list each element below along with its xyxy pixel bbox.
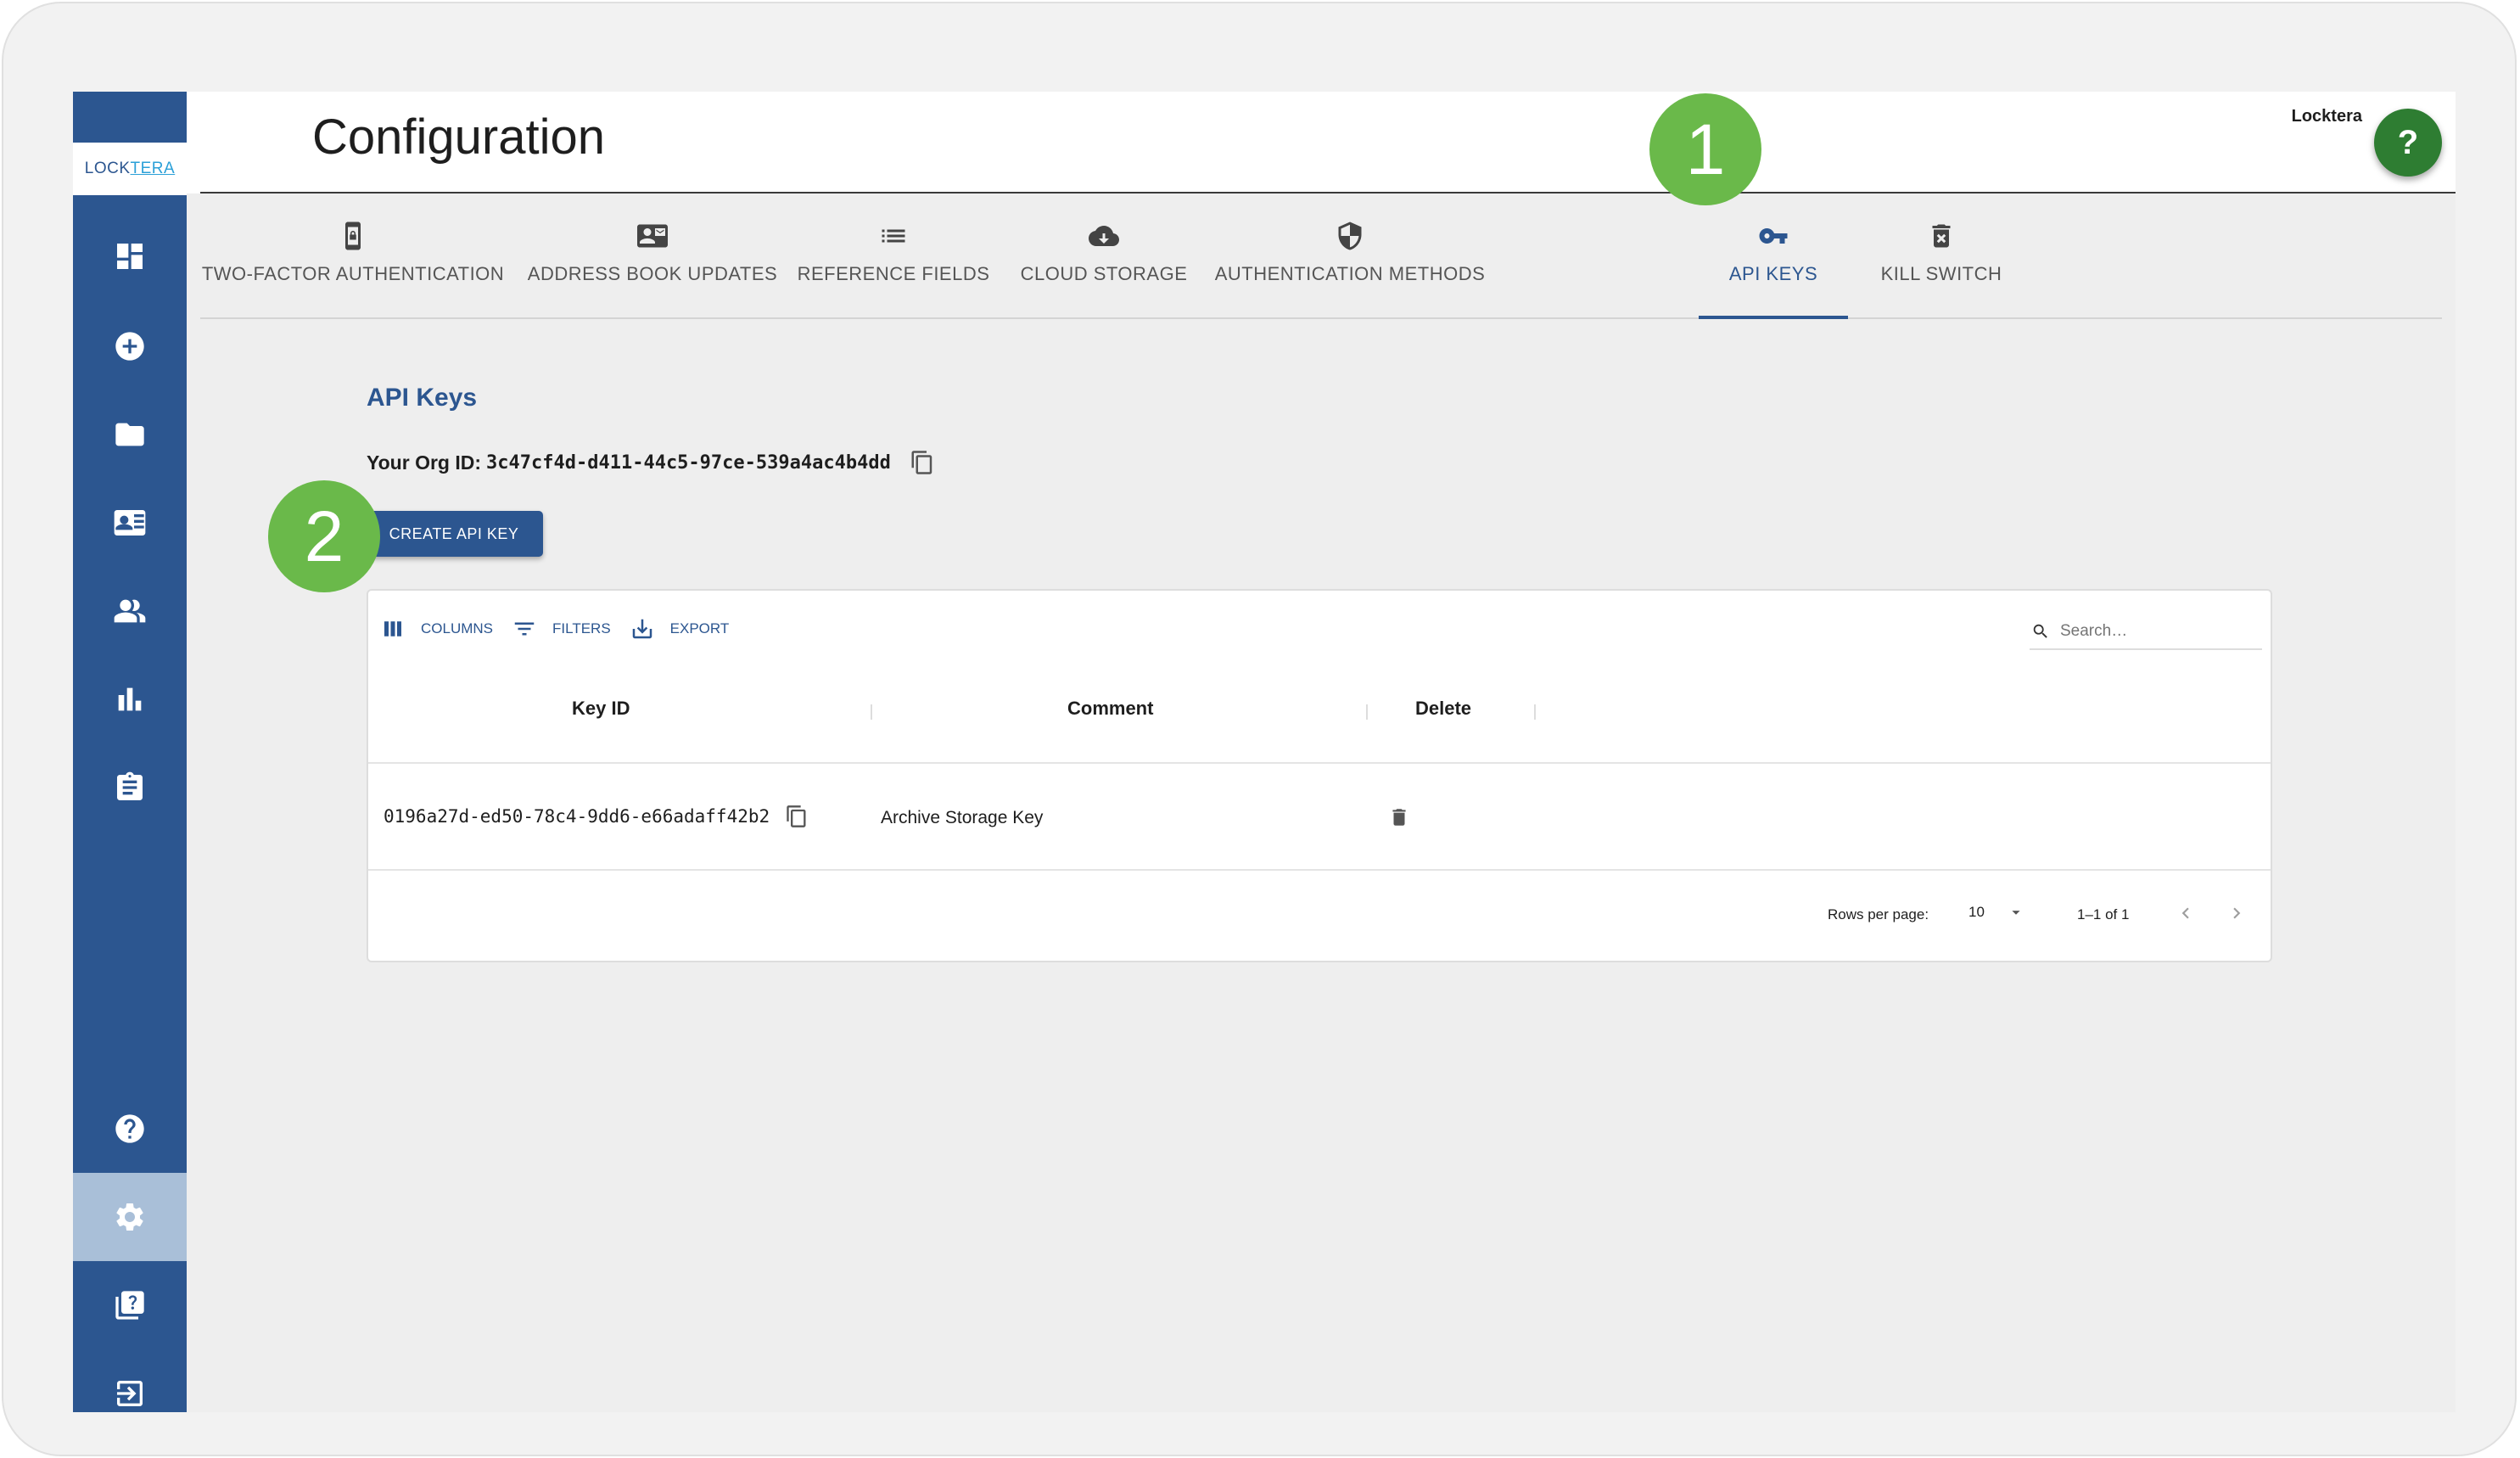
- tab-cloud-storage[interactable]: CLOUD STORAGE: [1015, 193, 1193, 317]
- people-icon: [114, 599, 146, 623]
- org-id-value: 3c47cf4d-d411-44c5-97ce-539a4ac4b4dd: [486, 451, 891, 474]
- org-name: Locktera: [2291, 107, 2362, 126]
- shield-icon: [1338, 222, 1362, 250]
- filters-button[interactable]: FILTERS: [512, 616, 611, 642]
- api-keys-table: COLUMNS FILTERS EXPORT Key ID Comment De: [367, 589, 2272, 962]
- logo[interactable]: LOCK TERA: [73, 143, 187, 195]
- table-cell-comment: Archive Storage Key: [881, 808, 1044, 827]
- tab-label: REFERENCE FIELDS: [797, 263, 990, 284]
- tab-authentication-methods[interactable]: AUTHENTICATION METHODS: [1210, 193, 1490, 317]
- help-circle-icon: [115, 1114, 144, 1143]
- config-tabs: TWO-FACTOR AUTHENTICATION ADDRESS BOOK U…: [200, 193, 2442, 319]
- delete-row-button[interactable]: [1388, 806, 1410, 833]
- sidebar-item-contacts[interactable]: [73, 479, 187, 567]
- tab-label: KILL SWITCH: [1880, 263, 2002, 284]
- callout-2: 2: [268, 480, 380, 592]
- column-header-comment[interactable]: Comment: [1067, 698, 1153, 720]
- columns-label: COLUMNS: [421, 620, 494, 636]
- sidebar-item-reports[interactable]: [73, 655, 187, 743]
- sidebar: LOCK TERA: [73, 92, 187, 1412]
- caret-down-icon: [2012, 911, 2020, 915]
- list-icon: [882, 229, 905, 243]
- copy-icon[interactable]: [785, 805, 809, 828]
- folder-icon: [115, 423, 144, 446]
- header-row-divider: [368, 762, 2271, 764]
- key-icon: [1759, 228, 1788, 244]
- tab-label: CLOUD STORAGE: [1020, 263, 1188, 284]
- tab-label: TWO-FACTOR AUTHENTICATION: [201, 263, 505, 284]
- table-cell-key-id: 0196a27d-ed50-78c4-9dd6-e66adaff42b2: [384, 805, 809, 828]
- export-button[interactable]: EXPORT: [630, 616, 730, 642]
- phone-lock-icon: [345, 222, 361, 250]
- logo-text-tera: TERA: [130, 160, 176, 177]
- export-label: EXPORT: [669, 620, 730, 636]
- clipboard-icon: [117, 771, 143, 800]
- search-box: [2030, 614, 2262, 650]
- chevron-left-icon: [2181, 907, 2189, 919]
- app-window: LOCK TERA Configuration Locktera ? TWO-F…: [73, 92, 2456, 1412]
- section-title: API Keys: [367, 384, 478, 412]
- tab-kill-switch[interactable]: KILL SWITCH: [1865, 193, 2018, 317]
- column-separator[interactable]: [1366, 704, 1368, 720]
- tab-reference-fields[interactable]: REFERENCE FIELDS: [796, 193, 991, 317]
- contact-card-icon: [114, 510, 146, 536]
- logo-text-lock: LOCK: [84, 160, 131, 177]
- sidebar-item-logout[interactable]: [73, 1349, 187, 1412]
- search-icon: [2033, 624, 2047, 638]
- tab-label: AUTHENTICATION METHODS: [1214, 263, 1486, 284]
- sidebar-item-users[interactable]: [73, 567, 187, 655]
- create-api-key-button[interactable]: CREATE API KEY: [365, 511, 543, 557]
- org-id-label: Your Org ID:: [367, 451, 482, 474]
- help-book-icon: [115, 1291, 144, 1320]
- logout-icon: [117, 1381, 143, 1406]
- previous-page-button[interactable]: [2170, 898, 2201, 928]
- trash-icon: [1392, 809, 1406, 826]
- filters-label: FILTERS: [552, 620, 611, 636]
- column-header-key-id[interactable]: Key ID: [572, 698, 630, 720]
- rows-per-page-value: 10: [1968, 904, 1985, 920]
- sidebar-item-dashboard[interactable]: [73, 212, 187, 300]
- column-separator[interactable]: [1534, 704, 1536, 720]
- sidebar-item-add[interactable]: [73, 302, 187, 390]
- pagination-range: 1–1 of 1: [2077, 906, 2130, 922]
- gear-icon: [116, 1203, 143, 1231]
- columns-button[interactable]: COLUMNS: [380, 616, 493, 642]
- org-id-row: Your Org ID: 3c47cf4d-d411-44c5-97ce-539…: [367, 450, 935, 475]
- copy-icon[interactable]: [910, 450, 935, 475]
- table-toolbar: COLUMNS FILTERS EXPORT: [380, 616, 748, 642]
- column-separator[interactable]: [871, 704, 872, 720]
- sidebar-item-docs[interactable]: [73, 1261, 187, 1349]
- column-header-delete[interactable]: Delete: [1415, 698, 1471, 720]
- key-id-value: 0196a27d-ed50-78c4-9dd6-e66adaff42b2: [384, 806, 770, 827]
- tab-label: API KEYS: [1728, 263, 1818, 284]
- contact-mail-icon: [637, 224, 668, 248]
- next-page-button[interactable]: [2221, 898, 2252, 928]
- dashboard-icon: [117, 244, 143, 269]
- sidebar-item-files[interactable]: [73, 390, 187, 479]
- filter-icon: [514, 622, 535, 636]
- help-button[interactable]: ?: [2374, 109, 2442, 177]
- callout-1: 1: [1649, 93, 1761, 205]
- rows-per-page-label: Rows per page:: [1828, 906, 1929, 922]
- tab-address-book-updates[interactable]: ADDRESS BOOK UPDATES: [527, 193, 778, 317]
- footer-divider: [368, 869, 2271, 871]
- delete-x-icon: [1932, 224, 1951, 248]
- add-circle-icon: [115, 332, 144, 361]
- cloud-sync-icon: [1089, 226, 1119, 246]
- chevron-right-icon: [2233, 907, 2241, 919]
- tab-label: ADDRESS BOOK UPDATES: [527, 263, 778, 284]
- columns-icon: [384, 621, 401, 636]
- bar-chart-icon: [118, 687, 142, 711]
- rows-per-page-select[interactable]: 10: [1968, 903, 2025, 922]
- header: Configuration Locktera ?: [187, 92, 2456, 193]
- tab-api-keys[interactable]: API KEYS: [1699, 193, 1848, 319]
- page-title: Configuration: [312, 109, 605, 165]
- search-input[interactable]: [2058, 621, 2248, 642]
- sidebar-item-settings[interactable]: [73, 1173, 187, 1261]
- sidebar-item-help[interactable]: [73, 1085, 187, 1173]
- tab-two-factor-authentication[interactable]: TWO-FACTOR AUTHENTICATION: [202, 193, 504, 317]
- download-icon: [632, 619, 652, 639]
- sidebar-item-audit[interactable]: [73, 743, 187, 832]
- screenshot-frame: LOCK TERA Configuration Locktera ? TWO-F…: [2, 2, 2517, 1456]
